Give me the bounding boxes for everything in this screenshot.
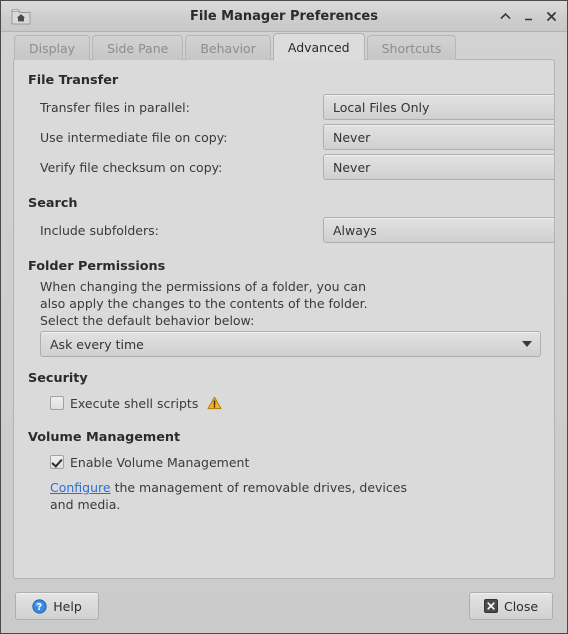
preferences-window: File Manager Preferences Display Side Pa… [0, 0, 568, 634]
row-include-subfolders: Include subfolders: Always [28, 215, 554, 245]
tab-strip: Display Side Pane Behavior Advanced Shor… [1, 32, 567, 60]
dialog-action-bar: ? Help Close [1, 579, 567, 633]
tab-label: Display [29, 40, 76, 56]
warning-triangle-icon [207, 396, 222, 410]
tab-behavior[interactable]: Behavior [185, 35, 271, 60]
combo-value: Ask every time [50, 336, 144, 352]
combo-value: Never [333, 159, 371, 175]
shade-button[interactable] [495, 5, 515, 27]
section-title: Search [28, 196, 78, 211]
section-file-transfer: File Transfer Transfer files in parallel… [28, 73, 554, 182]
close-icon [483, 599, 498, 613]
advanced-tab-panel: File Transfer Transfer files in parallel… [13, 59, 555, 579]
close-dialog-button[interactable]: Close [469, 592, 553, 620]
row-execute-shell-scripts: Execute shell scripts [28, 390, 540, 416]
combo-value: Local Files Only [333, 99, 430, 115]
help-icon: ? [32, 598, 47, 614]
help-button-label: Help [53, 598, 82, 614]
window-controls [495, 5, 561, 27]
combo-value: Never [333, 129, 371, 145]
combo-include-subfolders[interactable]: Always [323, 217, 554, 243]
checkbox-enable-volume-management[interactable] [50, 455, 64, 469]
combo-use-intermediate-file[interactable]: Never [323, 124, 554, 150]
chevron-down-icon [522, 341, 532, 347]
combo-value: Always [333, 222, 377, 238]
tab-advanced[interactable]: Advanced [272, 33, 365, 60]
section-title: Folder Permissions [28, 259, 166, 274]
svg-text:?: ? [37, 602, 43, 613]
row-label: Include subfolders: [40, 222, 159, 238]
volume-management-description: Configure the management of removable dr… [28, 479, 410, 513]
combo-verify-file-checksum[interactable]: Never [323, 154, 554, 180]
checkbox-label: Execute shell scripts [70, 395, 199, 411]
checkbox-execute-shell-scripts[interactable] [50, 396, 64, 410]
tab-label: Side Pane [107, 40, 169, 56]
row-label: Verify file checksum on copy: [40, 159, 223, 175]
row-label: Use intermediate file on copy: [40, 129, 228, 145]
row-enable-volume-management: Enable Volume Management [28, 449, 540, 475]
home-folder-icon [10, 6, 32, 26]
tab-label: Shortcuts [381, 40, 442, 56]
tab-shortcuts[interactable]: Shortcuts [366, 35, 457, 60]
combo-transfer-files-in-parallel[interactable]: Local Files Only [323, 94, 554, 120]
section-folder-permissions: Folder Permissions When changing the per… [28, 259, 541, 357]
checkbox-label: Enable Volume Management [70, 454, 250, 470]
section-volume-management: Volume Management Enable Volume Manageme… [28, 430, 540, 513]
section-title: Volume Management [28, 430, 181, 445]
section-title: File Transfer [28, 73, 119, 88]
row-transfer-files-in-parallel: Transfer files in parallel: Local Files … [28, 92, 554, 122]
section-title: Security [28, 371, 88, 386]
close-button-label: Close [503, 598, 539, 614]
tab-side-pane[interactable]: Side Pane [92, 35, 184, 60]
window-title: File Manager Preferences [190, 8, 378, 24]
section-search: Search Include subfolders: Always [28, 196, 554, 245]
combo-folder-permissions-default[interactable]: Ask every time [40, 331, 541, 357]
row-label: Transfer files in parallel: [40, 99, 190, 115]
close-button[interactable] [541, 5, 561, 27]
section-security: Security Execute shell scripts [28, 371, 540, 416]
minimize-button[interactable] [518, 5, 538, 27]
help-button[interactable]: ? Help [15, 592, 99, 620]
row-verify-file-checksum: Verify file checksum on copy: Never [28, 152, 554, 182]
configure-link[interactable]: Configure [50, 480, 111, 495]
tab-label: Advanced [287, 39, 350, 55]
tab-display[interactable]: Display [14, 35, 91, 60]
title-bar: File Manager Preferences [1, 1, 567, 32]
folder-permissions-description: When changing the permissions of a folde… [40, 279, 368, 328]
tab-label: Behavior [200, 40, 256, 56]
row-use-intermediate-file: Use intermediate file on copy: Never [28, 122, 554, 152]
